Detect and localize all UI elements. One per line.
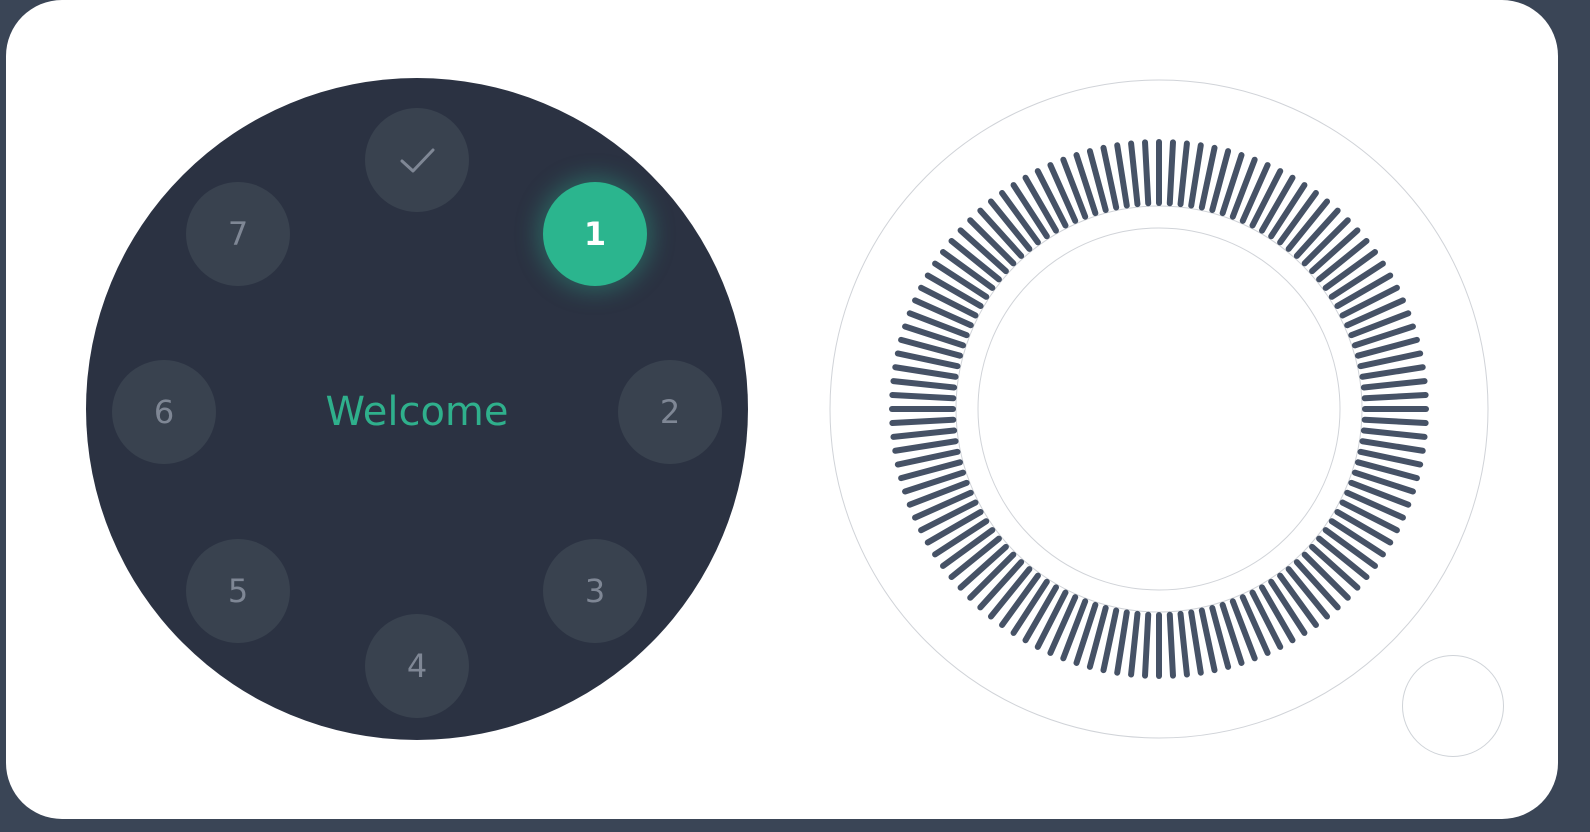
dial-tick xyxy=(1166,611,1176,679)
key-1[interactable]: 1 xyxy=(543,182,647,286)
check-icon xyxy=(400,148,435,173)
dial-tick xyxy=(892,364,959,380)
key-7[interactable]: 7 xyxy=(186,182,290,286)
dial-tick xyxy=(889,392,957,402)
dial-tick xyxy=(892,438,959,454)
dial-tick xyxy=(1142,139,1152,207)
combination-dial[interactable] xyxy=(828,78,1490,740)
dial-tick xyxy=(1361,392,1429,402)
dial-tick xyxy=(1128,610,1141,678)
dial-tick-inner-ring xyxy=(955,205,1363,613)
corner-button[interactable] xyxy=(1402,655,1504,757)
key-3[interactable]: 3 xyxy=(543,539,647,643)
dial-tick xyxy=(1114,609,1130,676)
dial-tick xyxy=(890,378,958,391)
dial-tick xyxy=(1359,438,1426,454)
dial-tick xyxy=(1188,142,1204,209)
confirm-button[interactable] xyxy=(365,108,469,212)
key-4[interactable]: 4 xyxy=(365,614,469,718)
dial-tick xyxy=(1177,610,1190,678)
dial-graphic xyxy=(829,79,1489,739)
dial-tick xyxy=(1128,140,1141,208)
dial-tick xyxy=(1142,611,1152,679)
dial-tick xyxy=(1177,140,1190,208)
dial-center-ring xyxy=(977,227,1341,591)
key-5[interactable]: 5 xyxy=(186,539,290,643)
lock-panel: 1 2 3 4 5 6 7 Welcome xyxy=(6,0,1558,819)
dial-tick xyxy=(889,416,957,426)
welcome-text: Welcome xyxy=(325,389,509,435)
dial-tick xyxy=(1188,609,1204,676)
dial-tick xyxy=(1360,378,1428,391)
dial-tick xyxy=(890,427,958,440)
dial-tick xyxy=(1166,139,1176,207)
dial-tick xyxy=(1114,142,1130,209)
keypad: 1 2 3 4 5 6 7 Welcome xyxy=(86,78,748,740)
dial-tick xyxy=(1360,427,1428,440)
dial-tick xyxy=(1359,364,1426,380)
dial-ticks xyxy=(889,139,1429,679)
dial-tick xyxy=(1361,416,1429,426)
